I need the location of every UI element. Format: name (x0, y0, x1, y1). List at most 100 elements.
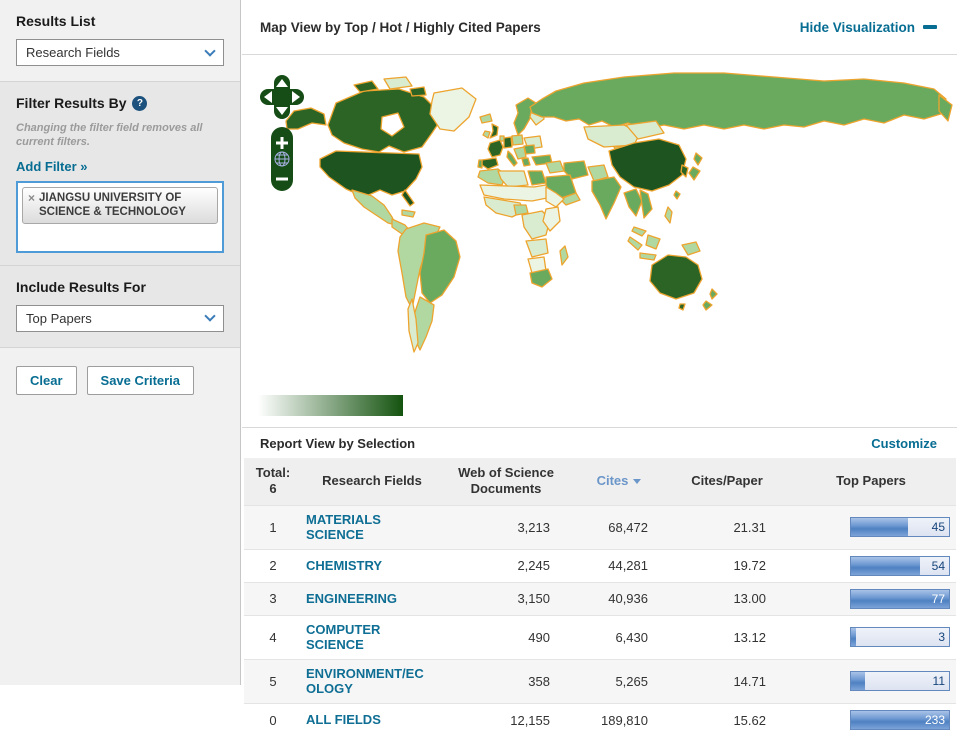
country-madagascar[interactable] (559, 245, 569, 266)
cites-cell: 5,265 (615, 673, 648, 689)
results-list-dropdown[interactable]: Research Fields (16, 39, 224, 66)
cites-per-paper-cell: 13.12 (733, 629, 766, 645)
report-table: Total: 6 Research Fields Web of Science … (244, 458, 956, 736)
docs-cell: 358 (528, 673, 550, 689)
filter-section: Filter Results By ? Changing the filter … (0, 82, 240, 266)
country-spain[interactable] (481, 157, 499, 170)
country-poland[interactable] (511, 134, 524, 146)
docs-cell: 2,245 (517, 558, 550, 574)
save-criteria-button[interactable]: Save Criteria (86, 365, 195, 395)
country-portugal[interactable] (477, 159, 483, 169)
field-link[interactable]: MATERIALS SCIENCE (306, 512, 424, 543)
top-papers-bar: 3 (850, 627, 950, 648)
top-papers-bar: 54 (850, 555, 950, 576)
vietnam-laos[interactable] (639, 189, 653, 219)
field-link[interactable]: COMPUTER SCIENCE (306, 622, 424, 653)
docs-cell: 3,150 (517, 591, 550, 607)
column-header-research-fields[interactable]: Research Fields (302, 458, 442, 505)
top-papers-bar: 11 (850, 671, 950, 692)
angola-zambia[interactable] (525, 238, 549, 258)
country-japan[interactable] (688, 166, 701, 181)
world-map[interactable] (284, 59, 954, 369)
rank-cell: 5 (269, 673, 277, 689)
country-france[interactable] (487, 139, 504, 158)
map-header: Map View by Top / Hot / Highly Cited Pap… (242, 0, 957, 55)
field-link[interactable]: ALL FIELDS (306, 712, 381, 728)
results-list-dropdown-value: Research Fields (26, 45, 120, 60)
filter-note: Changing the filter field removes all cu… (16, 122, 203, 149)
cites-cell: 44,281 (608, 558, 648, 574)
country-philippines[interactable] (664, 206, 673, 224)
cites-per-paper-cell: 14.71 (733, 673, 766, 689)
include-results-dropdown[interactable]: Top Papers (16, 304, 224, 332)
map-visualization (242, 55, 957, 428)
results-list-title: Results List (16, 13, 96, 29)
add-filter-link[interactable]: Add Filter » (16, 159, 88, 174)
sidebar-buttons: Clear Save Criteria (0, 347, 240, 410)
country-russia[interactable] (529, 72, 947, 130)
country-india[interactable] (591, 176, 622, 220)
indonesia-java[interactable] (639, 252, 657, 261)
new-zealand-south[interactable] (702, 300, 713, 311)
table-row: 0 ALL FIELDS 12,155 189,810 15.62 233 (244, 703, 956, 736)
column-header-top-papers[interactable]: Top Papers (786, 458, 956, 505)
map-title: Map View by Top / Hot / Highly Cited Pap… (260, 19, 541, 35)
filter-input-box[interactable]: × JIANGSU UNIVERSITY OF SCIENCE & TECHNO… (16, 180, 224, 253)
country-south-africa[interactable] (529, 268, 553, 288)
cites-per-paper-cell: 15.62 (733, 712, 766, 728)
country-germany[interactable] (503, 136, 513, 149)
include-results-dropdown-value: Top Papers (26, 310, 92, 326)
country-brazil[interactable] (419, 229, 461, 304)
map-controls (260, 75, 304, 198)
column-header-wos-documents[interactable]: Web of Science Documents (442, 458, 570, 505)
column-header-cites[interactable]: Cites (570, 458, 668, 505)
country-china[interactable] (608, 138, 687, 192)
field-link[interactable]: ENGINEERING (306, 591, 397, 607)
country-greece[interactable] (521, 157, 531, 167)
hide-visualization-link[interactable]: Hide Visualization (800, 20, 937, 35)
field-link[interactable]: ENVIRONMENT/ECOLOGY (306, 666, 424, 697)
cites-per-paper-cell: 21.31 (733, 519, 766, 535)
report-title: Report View by Selection (260, 435, 416, 451)
column-header-cites-per-paper[interactable]: Cites/Paper (668, 458, 786, 505)
syria-iraq[interactable] (545, 160, 565, 174)
country-egypt[interactable] (527, 170, 547, 186)
usa-florida (401, 189, 415, 207)
field-link[interactable]: CHEMISTRY (306, 558, 382, 574)
new-guinea[interactable] (681, 241, 701, 256)
country-cuba[interactable] (401, 209, 416, 218)
country-uk[interactable] (489, 123, 499, 139)
country-romania[interactable] (523, 144, 536, 155)
remove-filter-icon[interactable]: × (28, 191, 35, 205)
table-header-row: Total: 6 Research Fields Web of Science … (244, 458, 956, 505)
country-mexico[interactable] (351, 189, 397, 226)
cites-per-paper-cell: 13.00 (733, 591, 766, 607)
indonesia-borneo[interactable] (645, 234, 661, 250)
country-nigeria[interactable] (513, 204, 529, 216)
japan-north[interactable] (693, 152, 703, 166)
new-zealand-north[interactable] (709, 288, 718, 300)
indonesia-sumatra[interactable] (627, 236, 643, 251)
clear-button[interactable]: Clear (16, 365, 77, 395)
docs-cell: 490 (528, 629, 550, 645)
country-ireland[interactable] (482, 130, 491, 139)
top-papers-bar: 45 (850, 517, 950, 538)
arctic-island (383, 76, 413, 90)
cites-cell: 68,472 (608, 519, 648, 535)
myanmar-thailand[interactable] (623, 188, 643, 217)
arctic-island (409, 86, 427, 97)
help-icon[interactable]: ? (132, 95, 148, 111)
table-row: 4 COMPUTER SCIENCE 490 6,430 13.12 3 (244, 615, 956, 660)
results-list-section: Results List Research Fields (0, 0, 240, 82)
country-greenland[interactable] (429, 87, 477, 132)
country-malaysia[interactable] (631, 226, 647, 237)
country-iceland[interactable] (479, 113, 493, 124)
chevron-down-icon (204, 44, 216, 57)
country-taiwan[interactable] (673, 190, 681, 200)
cites-cell: 189,810 (601, 712, 648, 728)
customize-link[interactable]: Customize (871, 436, 937, 451)
country-usa[interactable] (319, 150, 423, 198)
country-australia[interactable] (649, 254, 703, 300)
table-row: 2 CHEMISTRY 2,245 44,281 19.72 54 (244, 549, 956, 583)
map-legend-gradient (258, 395, 403, 416)
